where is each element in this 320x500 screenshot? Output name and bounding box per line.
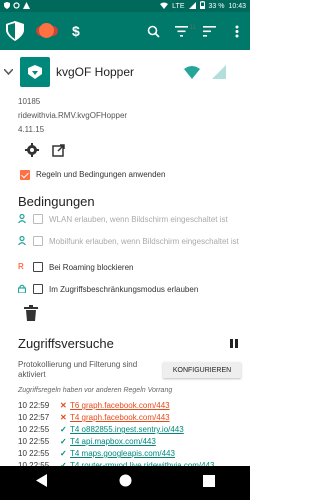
condition-roaming[interactable]: R Bei Roaming blockieren xyxy=(18,262,248,273)
log-time: 10 22:57 xyxy=(18,413,50,422)
wifi-status-icon xyxy=(160,2,169,11)
roaming-checkbox[interactable] xyxy=(33,262,43,272)
battery-percent: 33 % xyxy=(208,2,225,10)
app-uid: 10185 xyxy=(18,97,41,106)
status-bar: LTE 33 % 10:43 xyxy=(0,0,250,12)
log-time: 10 22:59 xyxy=(18,401,50,410)
wifi-screen-on-label: WLAN erlauben, wenn Bildschirm eingescha… xyxy=(49,215,228,224)
shield-notification-icon xyxy=(4,1,10,11)
log-time: 10 22:55 xyxy=(18,425,50,434)
app-bar: $ xyxy=(0,12,250,50)
recents-icon[interactable] xyxy=(202,474,215,492)
chevron-down-icon[interactable] xyxy=(3,67,16,78)
app-name: kvgOF Hopper xyxy=(56,65,135,79)
sort-icon[interactable] xyxy=(202,24,216,38)
condition-wifi-screen-on[interactable]: WLAN erlauben, wenn Bildschirm eingescha… xyxy=(18,213,248,225)
warning-notification-icon xyxy=(23,1,30,11)
condition-mobile-screen-on[interactable]: Mobilfunk erlauben, wenn Bildschirm eing… xyxy=(18,235,248,247)
home-icon[interactable] xyxy=(119,474,132,492)
lte-label: LTE xyxy=(172,2,185,10)
settings-notification-icon xyxy=(13,1,20,11)
apply-rules-label: Regeln und Bedingungen anwenden xyxy=(36,170,166,179)
mobile-screen-on-checkbox[interactable] xyxy=(33,236,43,246)
apply-rules-row[interactable]: Regeln und Bedingungen anwenden xyxy=(20,170,165,180)
roaming-label: Bei Roaming blockieren xyxy=(49,263,134,272)
log-entry[interactable]: 10 22:59 ✕ T6 graph.facebook.com/443 xyxy=(18,401,170,410)
log-host[interactable]: T4 api.mapbox.com/443 xyxy=(70,437,156,446)
pro-dollar-icon[interactable]: $ xyxy=(72,23,80,39)
allowed-check-icon: ✓ xyxy=(60,425,67,434)
open-external-icon[interactable] xyxy=(50,142,66,158)
lockdown-label: Im Zugriffsbeschränkungsmodus erlauben xyxy=(49,285,199,294)
roaming-icon: R xyxy=(18,262,24,271)
log-host[interactable]: T4 maps.googleapis.com/443 xyxy=(70,449,175,458)
logging-status-text: Protokollierung und Filterung sind aktiv… xyxy=(18,360,138,379)
search-icon[interactable] xyxy=(146,24,160,38)
lock-icon xyxy=(17,284,27,295)
signal-icon xyxy=(188,1,196,11)
battery-icon xyxy=(199,1,205,11)
wifi-icon[interactable] xyxy=(184,65,200,79)
back-icon[interactable] xyxy=(35,474,48,492)
app-icon xyxy=(20,57,50,87)
configure-button[interactable]: KONFIGURIEREN xyxy=(163,362,241,378)
mobile-screen-on-label: Mobilfunk erlauben, wenn Bildschirm eing… xyxy=(49,237,239,246)
blocked-icon: ✕ xyxy=(60,401,67,410)
clock: 10:43 xyxy=(228,2,246,10)
pause-icon[interactable] xyxy=(230,339,238,348)
trash-icon[interactable] xyxy=(24,305,40,321)
person-icon xyxy=(18,235,27,247)
mobile-data-icon[interactable] xyxy=(212,65,226,79)
more-icon[interactable] xyxy=(230,24,244,38)
wifi-screen-on-checkbox[interactable] xyxy=(33,214,43,224)
netguard-logo-icon xyxy=(6,21,24,41)
allowed-check-icon: ✓ xyxy=(60,437,67,446)
app-package: ridewithvia.RMV.kvgOFHopper xyxy=(18,111,128,120)
navigation-bar xyxy=(0,466,250,500)
blocked-icon: ✕ xyxy=(60,413,67,422)
access-rules-hint: Zugriffsregeln haben vor anderen Regeln … xyxy=(18,387,173,394)
conditions-title: Bedingungen xyxy=(18,194,95,209)
condition-lockdown[interactable]: Im Zugriffsbeschränkungsmodus erlauben xyxy=(17,284,248,295)
filter-icon[interactable] xyxy=(174,24,188,38)
toggle-knob xyxy=(39,23,54,38)
connection-count: 11 xyxy=(189,25,196,31)
person-icon xyxy=(18,213,27,225)
log-entry[interactable]: 10 22:55 ✓ T4 api.mapbox.com/443 xyxy=(18,437,156,446)
log-time: 10 22:55 xyxy=(18,437,50,446)
app-row[interactable]: kvgOF Hopper xyxy=(0,54,250,90)
lockdown-checkbox[interactable] xyxy=(33,284,43,294)
log-time: 10 22:55 xyxy=(18,449,50,458)
access-title: Zugriffsversuche xyxy=(18,336,114,351)
log-entry[interactable]: 10 22:55 ✓ T4 maps.googleapis.com/443 xyxy=(18,449,175,458)
allowed-check-icon: ✓ xyxy=(60,449,67,458)
enable-toggle[interactable] xyxy=(36,23,58,38)
settings-icon[interactable] xyxy=(24,142,40,158)
log-host[interactable]: T4 graph.facebook.com/443 xyxy=(70,413,170,422)
apply-rules-checkbox[interactable] xyxy=(20,170,30,180)
log-host[interactable]: T4 o882855.ingest.sentry.io/443 xyxy=(70,425,184,434)
log-entry[interactable]: 10 22:57 ✕ T4 graph.facebook.com/443 xyxy=(18,413,170,422)
log-entry[interactable]: 10 22:55 ✓ T4 o882855.ingest.sentry.io/4… xyxy=(18,425,184,434)
log-host[interactable]: T6 graph.facebook.com/443 xyxy=(70,401,170,410)
app-version: 4.11.15 xyxy=(18,125,45,134)
